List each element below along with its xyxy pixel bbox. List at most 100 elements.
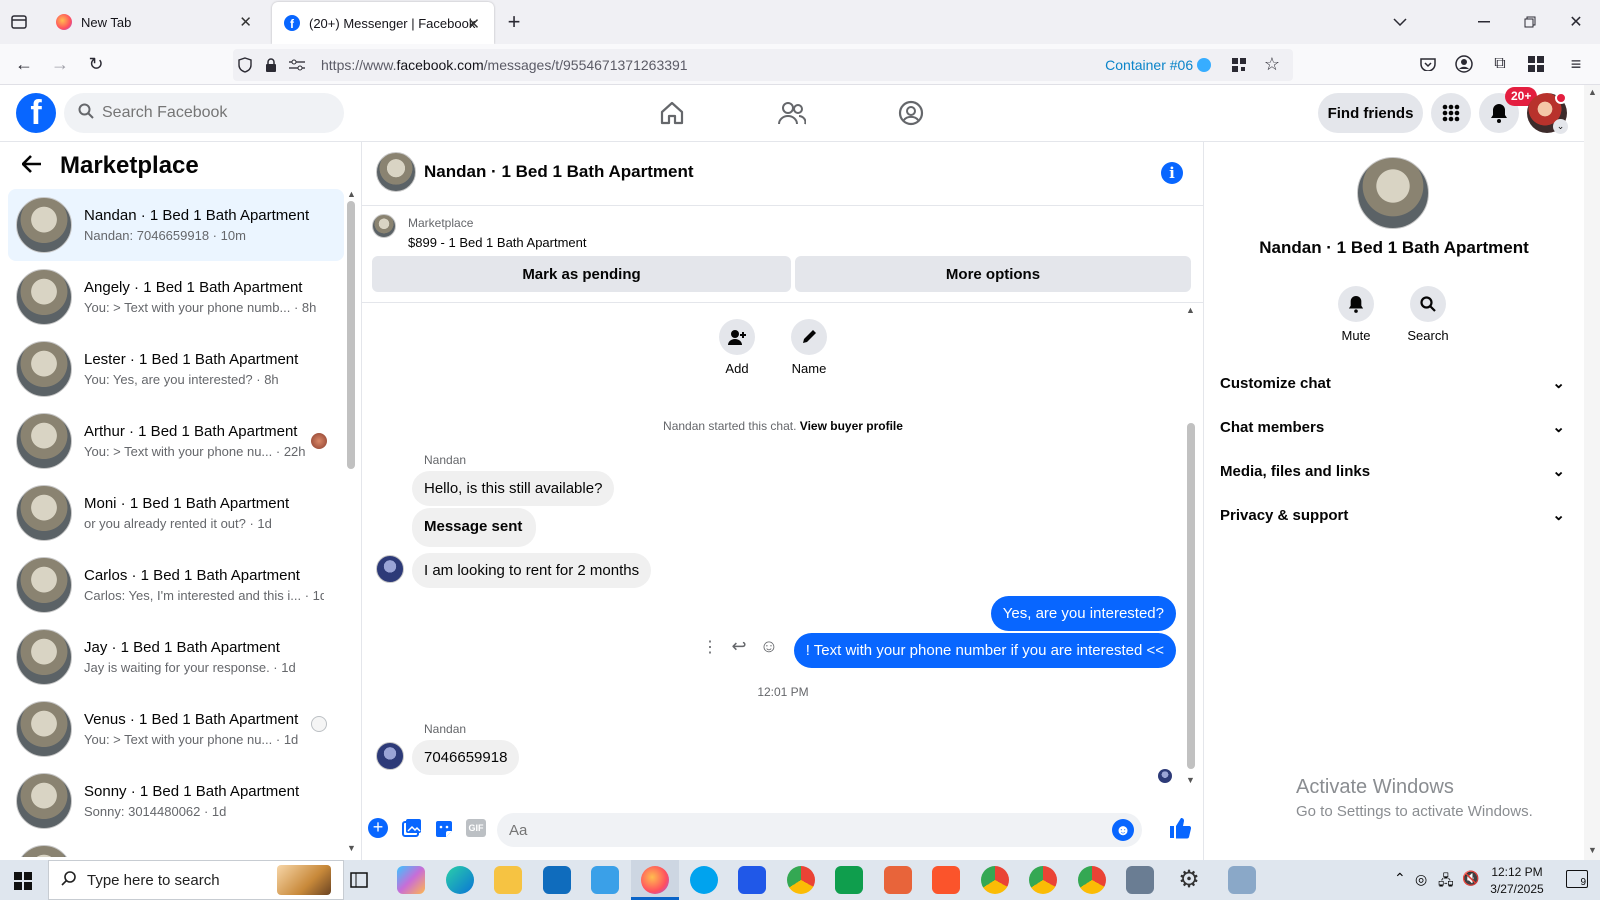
file-explorer-icon[interactable] — [494, 866, 522, 894]
edge-icon[interactable] — [446, 866, 474, 894]
search-in-chat-button[interactable]: Search — [1398, 286, 1458, 343]
app-w-icon[interactable] — [591, 866, 619, 894]
back-icon[interactable]: ← — [14, 54, 34, 74]
copilot-icon[interactable] — [397, 866, 425, 894]
chrome-profile-r-icon[interactable] — [981, 866, 1009, 894]
settings-gear-icon[interactable]: ⚙ — [1175, 866, 1203, 894]
tab-new-tab[interactable]: New Tab ✕ — [44, 0, 266, 44]
sender-avatar[interactable] — [376, 742, 404, 770]
emoji-icon[interactable]: ☻ — [1112, 819, 1134, 841]
section-media-files-links[interactable]: Media, files and links ⌄ — [1220, 453, 1565, 489]
chat-title[interactable]: Nandan · 1 Bed 1 Bath Apartment — [424, 162, 694, 182]
conversation-scrollbar[interactable]: ▲ ▼ — [344, 187, 358, 857]
photo-icon[interactable] — [402, 819, 422, 842]
message-bubble[interactable]: 7046659918 — [412, 740, 520, 775]
add-people-button[interactable]: Add — [707, 319, 767, 376]
chrome-profile-gm-icon[interactable] — [1029, 866, 1057, 894]
notification-center-icon[interactable]: 9 — [1566, 870, 1588, 888]
like-thumbs-up-icon[interactable] — [1168, 816, 1192, 845]
pocket-icon[interactable] — [1418, 54, 1438, 74]
conversation-item[interactable]: Sonny · 1 Bed 1 Bath Apartment Sonny: 301… — [8, 765, 344, 837]
groups-nav-icon[interactable] — [897, 99, 925, 127]
app-figure-icon[interactable] — [884, 866, 912, 894]
info-icon[interactable]: i — [1161, 162, 1183, 184]
taskbar-search-box[interactable]: Type here to search — [48, 860, 344, 900]
lock-icon[interactable] — [263, 57, 279, 73]
mute-button[interactable]: Mute — [1326, 286, 1386, 343]
listing-thumbnail[interactable] — [372, 214, 396, 238]
app-arc-icon[interactable] — [738, 866, 766, 894]
contact-avatar[interactable] — [1357, 157, 1429, 229]
more-options-button[interactable]: More options — [795, 256, 1191, 292]
facebook-logo-icon[interactable]: f — [16, 93, 56, 133]
message-bubble[interactable]: Hello, is this still available? — [412, 471, 615, 506]
new-tab-button[interactable]: + — [502, 9, 526, 34]
url-bar[interactable]: https://www.facebook.com/messages/t/9554… — [233, 49, 1293, 81]
firefox-taskbar-icon[interactable] — [641, 866, 669, 894]
chat-scrollbar[interactable]: ▲ ▼ — [1184, 303, 1198, 791]
sent-message-bubble[interactable]: ! Text with your phone number if you are… — [793, 633, 1176, 668]
mark-as-pending-button[interactable]: Mark as pending — [372, 256, 791, 292]
chrome-profile-icon[interactable] — [1078, 866, 1106, 894]
list-all-tabs-icon[interactable] — [1390, 12, 1410, 32]
restore-icon[interactable] — [1520, 12, 1540, 32]
conversation-item[interactable]: Jay · 1 Bed 1 Bath Apartment Jay is waiti… — [8, 621, 344, 693]
scroll-down-icon[interactable]: ▼ — [1588, 845, 1597, 855]
reload-icon[interactable]: ↻ — [86, 54, 106, 74]
listing-title[interactable]: $899 - 1 Bed 1 Bath Apartment — [408, 235, 587, 250]
facebook-search-box[interactable] — [64, 93, 344, 133]
network-icon[interactable]: 🖧 — [1438, 870, 1454, 894]
scroll-up-icon[interactable]: ▲ — [347, 189, 356, 199]
section-customize-chat[interactable]: Customize chat ⌄ — [1220, 365, 1565, 401]
message-bubble[interactable]: I am looking to rent for 2 months — [412, 553, 652, 588]
close-tab-icon[interactable]: ✕ — [239, 13, 252, 31]
conversation-item[interactable]: Arthur · 1 Bed 1 Bath Apartment You: > Te… — [8, 405, 344, 477]
scroll-down-icon[interactable]: ▼ — [1186, 775, 1195, 785]
plus-icon[interactable]: + — [368, 818, 388, 838]
url-text[interactable]: https://www.facebook.com/messages/t/9554… — [321, 57, 688, 73]
tray-chevron-icon[interactable]: ⌃ — [1394, 870, 1406, 887]
react-emoji-icon[interactable]: ☺ — [758, 635, 780, 657]
conversation-item[interactable]: Moni · 1 Bed 1 Bath Apartment or you alre… — [8, 477, 344, 549]
account-icon[interactable] — [1454, 54, 1474, 74]
name-chat-button[interactable]: Name — [779, 319, 839, 376]
scroll-down-icon[interactable]: ▼ — [347, 843, 356, 853]
conversation-item[interactable]: Nandan · 1 Bed 1 Bath Apartment Nandan: 7… — [8, 189, 344, 261]
app-infinity-icon[interactable] — [835, 866, 863, 894]
message-bubble[interactable]: Message sent — [412, 508, 537, 547]
friends-nav-icon[interactable] — [778, 99, 806, 127]
hamburger-menu-icon[interactable]: ≡ — [1566, 54, 1586, 74]
app-tools-icon[interactable] — [1228, 866, 1256, 894]
section-privacy-support[interactable]: Privacy & support ⌄ — [1220, 497, 1565, 533]
chat-avatar[interactable] — [376, 152, 416, 192]
skype-icon[interactable] — [690, 866, 718, 894]
app-people-icon[interactable] — [1126, 866, 1154, 894]
scroll-up-icon[interactable]: ▲ — [1186, 305, 1195, 315]
brave-icon[interactable] — [932, 866, 960, 894]
permissions-icon[interactable] — [289, 57, 305, 73]
account-chevron-icon[interactable]: ⌄ — [1553, 119, 1568, 134]
scrollbar-thumb[interactable] — [347, 201, 355, 469]
page-scrollbar[interactable]: ▲ ▼ — [1584, 85, 1600, 860]
message-input-box[interactable]: ☻ — [497, 813, 1142, 847]
message-input[interactable] — [509, 821, 1069, 839]
chrome-icon[interactable] — [787, 866, 815, 894]
section-chat-members[interactable]: Chat members ⌄ — [1220, 409, 1565, 445]
task-view-icon[interactable] — [350, 872, 368, 893]
scroll-up-icon[interactable]: ▲ — [1588, 87, 1597, 97]
conversation-item[interactable]: Venus · 1 Bed 1 Bath Apartment You: > Tex… — [8, 693, 344, 765]
conversation-item[interactable]: Jaque · 2 Beds 1 Bath Apartment — [8, 837, 344, 857]
view-buyer-profile-link[interactable]: View buyer profile — [800, 419, 903, 433]
container-label[interactable]: Container #06 — [1105, 57, 1211, 73]
minimize-icon[interactable] — [1474, 12, 1494, 32]
system-clock[interactable]: 12:12 PM 3/27/2025 — [1482, 865, 1552, 896]
webcam-icon[interactable]: ◎ — [1415, 871, 1427, 888]
apps-grid-icon[interactable] — [1526, 54, 1546, 74]
conversation-item[interactable]: Lester · 1 Bed 1 Bath Apartment You: Yes,… — [8, 333, 344, 405]
windows-start-icon[interactable] — [14, 872, 32, 895]
volume-muted-icon[interactable]: 🔇 — [1462, 870, 1479, 887]
scrollbar-thumb[interactable] — [1187, 423, 1195, 769]
conversation-item[interactable]: Carlos · 1 Bed 1 Bath Apartment Carlos: Y… — [8, 549, 344, 621]
home-nav-icon[interactable] — [658, 99, 686, 127]
outlook-icon[interactable] — [543, 866, 571, 894]
